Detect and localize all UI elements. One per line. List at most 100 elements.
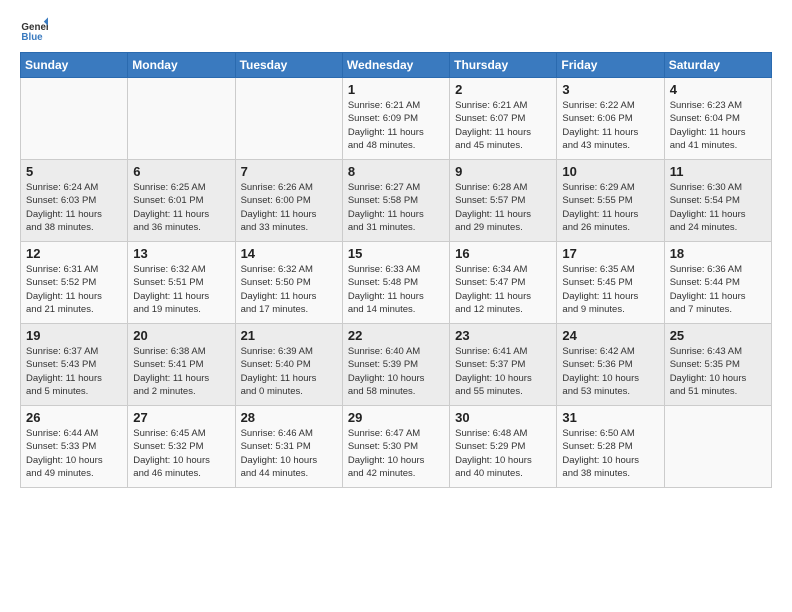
calendar-cell: 10 Sunrise: 6:29 AM Sunset: 5:55 PM Dayli… (557, 160, 664, 242)
calendar: Sunday Monday Tuesday Wednesday Thursday… (20, 52, 772, 488)
calendar-cell: 8 Sunrise: 6:27 AM Sunset: 5:58 PM Daylig… (342, 160, 449, 242)
day-number: 25 (670, 328, 766, 343)
day-number: 24 (562, 328, 658, 343)
cell-info: Sunrise: 6:29 AM Sunset: 5:55 PM Dayligh… (562, 181, 658, 234)
day-number: 10 (562, 164, 658, 179)
weekday-friday: Friday (557, 53, 664, 78)
day-number: 19 (26, 328, 122, 343)
weekday-thursday: Thursday (450, 53, 557, 78)
day-number: 3 (562, 82, 658, 97)
calendar-week-5: 26 Sunrise: 6:44 AM Sunset: 5:33 PM Dayli… (21, 406, 772, 488)
day-number: 6 (133, 164, 229, 179)
calendar-cell: 6 Sunrise: 6:25 AM Sunset: 6:01 PM Daylig… (128, 160, 235, 242)
calendar-cell: 5 Sunrise: 6:24 AM Sunset: 6:03 PM Daylig… (21, 160, 128, 242)
calendar-cell: 24Sunrise: 6:42 AM Sunset: 5:36 PM Dayli… (557, 324, 664, 406)
cell-info: Sunrise: 6:32 AM Sunset: 5:51 PM Dayligh… (133, 263, 229, 316)
cell-info: Sunrise: 6:36 AM Sunset: 5:44 PM Dayligh… (670, 263, 766, 316)
day-number: 29 (348, 410, 444, 425)
weekday-tuesday: Tuesday (235, 53, 342, 78)
calendar-cell: 2 Sunrise: 6:21 AM Sunset: 6:07 PM Daylig… (450, 78, 557, 160)
svg-text:Blue: Blue (21, 32, 43, 43)
calendar-cell: 23 Sunrise: 6:41 AM Sunset: 5:37 PM Dayli… (450, 324, 557, 406)
day-number: 4 (670, 82, 766, 97)
calendar-cell: 28 Sunrise: 6:46 AM Sunset: 5:31 PM Dayli… (235, 406, 342, 488)
cell-info: Sunrise: 6:35 AM Sunset: 5:45 PM Dayligh… (562, 263, 658, 316)
cell-info: Sunrise: 6:40 AM Sunset: 5:39 PM Dayligh… (348, 345, 444, 398)
cell-info: Sunrise: 6:28 AM Sunset: 5:57 PM Dayligh… (455, 181, 551, 234)
day-number: 8 (348, 164, 444, 179)
cell-info: Sunrise: 6:23 AM Sunset: 6:04 PM Dayligh… (670, 99, 766, 152)
day-number: 20 (133, 328, 229, 343)
cell-info: Sunrise: 6:26 AM Sunset: 6:00 PM Dayligh… (241, 181, 337, 234)
calendar-cell: 22Sunrise: 6:40 AM Sunset: 5:39 PM Dayli… (342, 324, 449, 406)
calendar-cell: 18Sunrise: 6:36 AM Sunset: 5:44 PM Dayli… (664, 242, 771, 324)
cell-info: Sunrise: 6:31 AM Sunset: 5:52 PM Dayligh… (26, 263, 122, 316)
calendar-cell: 20 Sunrise: 6:38 AM Sunset: 5:41 PM Dayli… (128, 324, 235, 406)
cell-info: Sunrise: 6:21 AM Sunset: 6:07 PM Dayligh… (455, 99, 551, 152)
cell-info: Sunrise: 6:48 AM Sunset: 5:29 PM Dayligh… (455, 427, 551, 480)
day-number: 16 (455, 246, 551, 261)
cell-info: Sunrise: 6:46 AM Sunset: 5:31 PM Dayligh… (241, 427, 337, 480)
calendar-cell (235, 78, 342, 160)
calendar-cell: 26 Sunrise: 6:44 AM Sunset: 5:33 PM Dayli… (21, 406, 128, 488)
cell-info: Sunrise: 6:38 AM Sunset: 5:41 PM Dayligh… (133, 345, 229, 398)
calendar-cell: 14 Sunrise: 6:32 AM Sunset: 5:50 PM Dayli… (235, 242, 342, 324)
weekday-saturday: Saturday (664, 53, 771, 78)
cell-info: Sunrise: 6:47 AM Sunset: 5:30 PM Dayligh… (348, 427, 444, 480)
day-number: 12 (26, 246, 122, 261)
calendar-cell (664, 406, 771, 488)
cell-info: Sunrise: 6:22 AM Sunset: 6:06 PM Dayligh… (562, 99, 658, 152)
day-number: 23 (455, 328, 551, 343)
calendar-cell: 4 Sunrise: 6:23 AM Sunset: 6:04 PM Daylig… (664, 78, 771, 160)
calendar-cell: 15Sunrise: 6:33 AM Sunset: 5:48 PM Dayli… (342, 242, 449, 324)
day-number: 30 (455, 410, 551, 425)
calendar-header: Sunday Monday Tuesday Wednesday Thursday… (21, 53, 772, 78)
cell-info: Sunrise: 6:44 AM Sunset: 5:33 PM Dayligh… (26, 427, 122, 480)
day-number: 26 (26, 410, 122, 425)
day-number: 5 (26, 164, 122, 179)
calendar-week-3: 12 Sunrise: 6:31 AM Sunset: 5:52 PM Dayli… (21, 242, 772, 324)
day-number: 28 (241, 410, 337, 425)
cell-info: Sunrise: 6:41 AM Sunset: 5:37 PM Dayligh… (455, 345, 551, 398)
day-number: 14 (241, 246, 337, 261)
weekday-row: Sunday Monday Tuesday Wednesday Thursday… (21, 53, 772, 78)
cell-info: Sunrise: 6:34 AM Sunset: 5:47 PM Dayligh… (455, 263, 551, 316)
calendar-cell: 3 Sunrise: 6:22 AM Sunset: 6:06 PM Daylig… (557, 78, 664, 160)
cell-info: Sunrise: 6:24 AM Sunset: 6:03 PM Dayligh… (26, 181, 122, 234)
cell-info: Sunrise: 6:25 AM Sunset: 6:01 PM Dayligh… (133, 181, 229, 234)
day-number: 7 (241, 164, 337, 179)
day-number: 2 (455, 82, 551, 97)
weekday-wednesday: Wednesday (342, 53, 449, 78)
calendar-cell: 29 Sunrise: 6:47 AM Sunset: 5:30 PM Dayli… (342, 406, 449, 488)
calendar-cell: 19Sunrise: 6:37 AM Sunset: 5:43 PM Dayli… (21, 324, 128, 406)
cell-info: Sunrise: 6:33 AM Sunset: 5:48 PM Dayligh… (348, 263, 444, 316)
cell-info: Sunrise: 6:30 AM Sunset: 5:54 PM Dayligh… (670, 181, 766, 234)
calendar-cell (21, 78, 128, 160)
day-number: 11 (670, 164, 766, 179)
calendar-week-1: 1Sunrise: 6:21 AM Sunset: 6:09 PM Daylig… (21, 78, 772, 160)
calendar-cell: 11 Sunrise: 6:30 AM Sunset: 5:54 PM Dayli… (664, 160, 771, 242)
cell-info: Sunrise: 6:43 AM Sunset: 5:35 PM Dayligh… (670, 345, 766, 398)
calendar-week-4: 19Sunrise: 6:37 AM Sunset: 5:43 PM Dayli… (21, 324, 772, 406)
page-container: General Blue Sunday Monday Tuesday Wedne… (0, 0, 792, 498)
cell-info: Sunrise: 6:32 AM Sunset: 5:50 PM Dayligh… (241, 263, 337, 316)
cell-info: Sunrise: 6:27 AM Sunset: 5:58 PM Dayligh… (348, 181, 444, 234)
calendar-cell: 25 Sunrise: 6:43 AM Sunset: 5:35 PM Dayli… (664, 324, 771, 406)
calendar-cell: 7 Sunrise: 6:26 AM Sunset: 6:00 PM Daylig… (235, 160, 342, 242)
weekday-monday: Monday (128, 53, 235, 78)
cell-info: Sunrise: 6:21 AM Sunset: 6:09 PM Dayligh… (348, 99, 444, 152)
day-number: 27 (133, 410, 229, 425)
cell-info: Sunrise: 6:39 AM Sunset: 5:40 PM Dayligh… (241, 345, 337, 398)
calendar-cell: 17 Sunrise: 6:35 AM Sunset: 5:45 PM Dayli… (557, 242, 664, 324)
calendar-cell: 16 Sunrise: 6:34 AM Sunset: 5:47 PM Dayli… (450, 242, 557, 324)
cell-info: Sunrise: 6:50 AM Sunset: 5:28 PM Dayligh… (562, 427, 658, 480)
calendar-week-2: 5 Sunrise: 6:24 AM Sunset: 6:03 PM Daylig… (21, 160, 772, 242)
weekday-sunday: Sunday (21, 53, 128, 78)
calendar-cell: 9Sunrise: 6:28 AM Sunset: 5:57 PM Daylig… (450, 160, 557, 242)
header: General Blue (20, 16, 772, 44)
logo-icon: General Blue (20, 16, 48, 44)
calendar-cell: 27Sunrise: 6:45 AM Sunset: 5:32 PM Dayli… (128, 406, 235, 488)
calendar-cell: 13Sunrise: 6:32 AM Sunset: 5:51 PM Dayli… (128, 242, 235, 324)
calendar-cell: 31Sunrise: 6:50 AM Sunset: 5:28 PM Dayli… (557, 406, 664, 488)
day-number: 17 (562, 246, 658, 261)
